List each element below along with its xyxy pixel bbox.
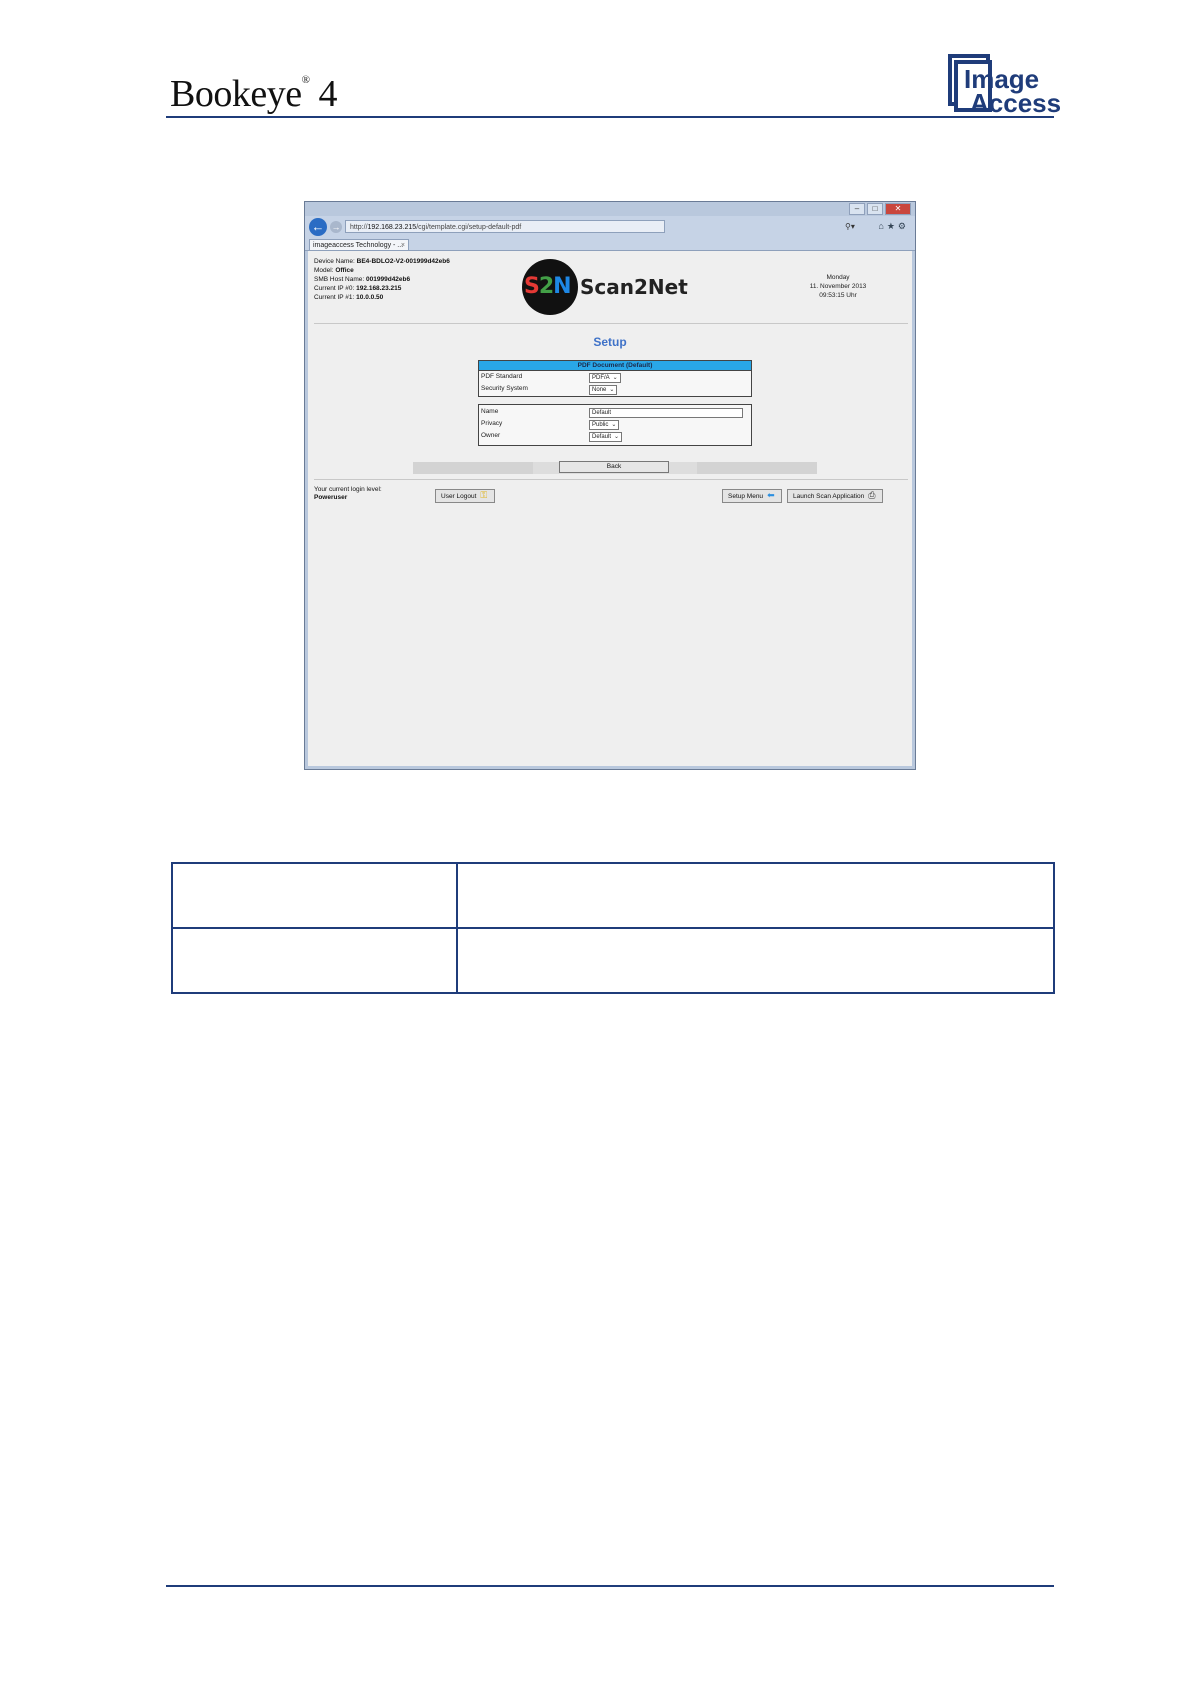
image-access-logo: Image Access [948, 54, 1062, 118]
s2n-logo-icon: S2N [522, 259, 578, 315]
arrow-left-icon: ⬅ [767, 490, 775, 500]
user-logout-button[interactable]: User Logout ⚿ [435, 489, 495, 503]
ip0-row: Current IP #0: 192.168.23.215 [314, 284, 450, 293]
privacy-select[interactable]: Public ⌄ [589, 420, 620, 430]
date: 11. November 2013 [809, 283, 867, 290]
browser-navbar: ← → http://192.168.23.215/cgi/template.c… [305, 216, 915, 238]
address-bar[interactable]: http://192.168.23.215/cgi/template.cgi/s… [345, 220, 665, 233]
tab-close-icon[interactable]: × [401, 240, 405, 250]
url-host: 192.168.23.215 [367, 224, 417, 231]
profile-panel: Name Default Privacy Public ⌄ Owner Defau… [478, 404, 752, 446]
smb-row: SMB Host Name: 001999d42eb6 [314, 275, 450, 284]
tab-title: imageaccess Technology - ... [313, 242, 404, 249]
brand-number: 4 [318, 73, 337, 115]
security-value: None [592, 387, 607, 393]
key-icon: ⚿ [480, 490, 488, 500]
setup-menu-button[interactable]: Setup Menu ⬅ [722, 489, 782, 503]
device-info: Device Name: BE4-BDLO2-V2-001999d42eb6 M… [314, 257, 450, 302]
url-prefix: http:// [350, 224, 368, 231]
browser-screenshot: – □ ✕ ← → http://192.168.23.215/cgi/temp… [304, 201, 916, 770]
chevron-down-icon: ⌄ [609, 387, 615, 393]
name-row: Name Default [479, 406, 751, 418]
forward-arrow-icon[interactable]: → [330, 221, 342, 233]
url-path: /cgi/template.cgi/setup-default-pdf [416, 224, 522, 231]
pdf-standard-select[interactable]: PDF/A ⌄ [589, 373, 621, 383]
divider [314, 323, 908, 324]
search-icon[interactable]: ⚲▾ [845, 222, 855, 231]
window-buttons: – □ ✕ [849, 203, 911, 215]
smb-value: 001999d42eb6 [366, 276, 411, 283]
page-title: Setup [593, 335, 627, 349]
owner-label: Owner [481, 432, 501, 439]
chevron-down-icon: ⌄ [614, 434, 620, 440]
back-arrow-icon[interactable]: ← [309, 218, 327, 236]
maximize-button[interactable]: □ [867, 203, 883, 215]
tab-row: imageaccess Technology - ... × [305, 238, 915, 251]
pdf-standard-row: PDF Standard PDF/A ⌄ [479, 371, 751, 383]
model-value: Office [335, 267, 354, 274]
scan2net-wordmark: Scan2Net [580, 275, 688, 299]
ip1-row: Current IP #1: 10.0.0.50 [314, 293, 450, 302]
brand-name: Bookeye [170, 73, 302, 115]
pdf-settings-panel: PDF Document (Default) PDF Standard PDF/… [478, 360, 752, 397]
name-input[interactable]: Default [589, 408, 743, 418]
privacy-value: Public [592, 422, 609, 428]
button-bar-segment [697, 462, 817, 474]
scan2net-page: Device Name: BE4-BDLO2-V2-001999d42eb6 M… [308, 251, 912, 766]
security-select[interactable]: None ⌄ [589, 385, 618, 395]
pdf-standard-label: PDF Standard [481, 373, 523, 380]
launch-scan-button[interactable]: Launch Scan Application ⎙ [787, 489, 883, 503]
owner-row: Owner Default ⌄ [479, 430, 751, 442]
login-label: Your current login level: [314, 486, 382, 493]
setup-menu-label: Setup Menu [728, 493, 764, 500]
owner-select[interactable]: Default ⌄ [589, 432, 623, 442]
close-window-button[interactable]: ✕ [885, 203, 911, 215]
browser-tab[interactable]: imageaccess Technology - ... × [309, 239, 409, 250]
device-name-label: Device Name: [314, 258, 355, 265]
table-row-divider [173, 927, 1053, 929]
registered-mark: ® [301, 74, 310, 86]
back-button[interactable]: Back [559, 461, 669, 473]
window-titlebar: – □ ✕ [305, 202, 915, 216]
gear-icon[interactable]: ⚙ [898, 221, 909, 231]
login-level: Your current login level: Poweruser [314, 486, 382, 502]
launch-scan-label: Launch Scan Application [793, 493, 865, 500]
user-logout-label: User Logout [441, 493, 477, 500]
footer-rule [166, 1585, 1054, 1587]
security-row: Security System None ⌄ [479, 383, 751, 395]
star-icon[interactable]: ★ [887, 221, 898, 231]
home-icon[interactable]: ⌂ [878, 221, 886, 231]
time: 09:53:15 Uhr [819, 292, 857, 299]
ip1-value: 10.0.0.50 [356, 294, 384, 301]
model-label: Model: [314, 267, 334, 274]
model-row: Model: Office [314, 266, 450, 275]
divider [314, 479, 908, 480]
security-label: Security System [481, 385, 528, 392]
minimize-button[interactable]: – [849, 203, 865, 215]
privacy-row: Privacy Public ⌄ [479, 418, 751, 430]
device-name-value: BE4-BDLO2-V2-001999d42eb6 [356, 258, 450, 265]
device-name-row: Device Name: BE4-BDLO2-V2-001999d42eb6 [314, 257, 450, 266]
smb-label: SMB Host Name: [314, 276, 365, 283]
ip1-label: Current IP #1: [314, 294, 355, 301]
login-level-value: Poweruser [314, 494, 348, 501]
ip0-label: Current IP #0: [314, 285, 355, 292]
ip0-value: 192.168.23.215 [356, 285, 402, 292]
pdf-standard-value: PDF/A [592, 375, 610, 381]
weekday: Monday [826, 274, 850, 281]
bookeye-brand: Bookeye® 4 [170, 72, 337, 116]
button-bar-segment [413, 462, 533, 474]
scanner-icon: ⎙ [868, 490, 876, 500]
name-label: Name [481, 408, 499, 415]
chevron-down-icon: ⌄ [612, 375, 618, 381]
pdf-panel-header: PDF Document (Default) [479, 361, 751, 371]
owner-value: Default [592, 434, 612, 440]
privacy-label: Privacy [481, 420, 503, 427]
chevron-down-icon: ⌄ [611, 422, 617, 428]
empty-table [171, 862, 1055, 994]
date-time: Monday 11. November 2013 09:53:15 Uhr [778, 273, 898, 300]
browser-tool-icons[interactable]: ⌂★⚙ [878, 221, 909, 232]
logo-line-2: Access [970, 88, 1062, 118]
header-rule [166, 116, 1054, 118]
